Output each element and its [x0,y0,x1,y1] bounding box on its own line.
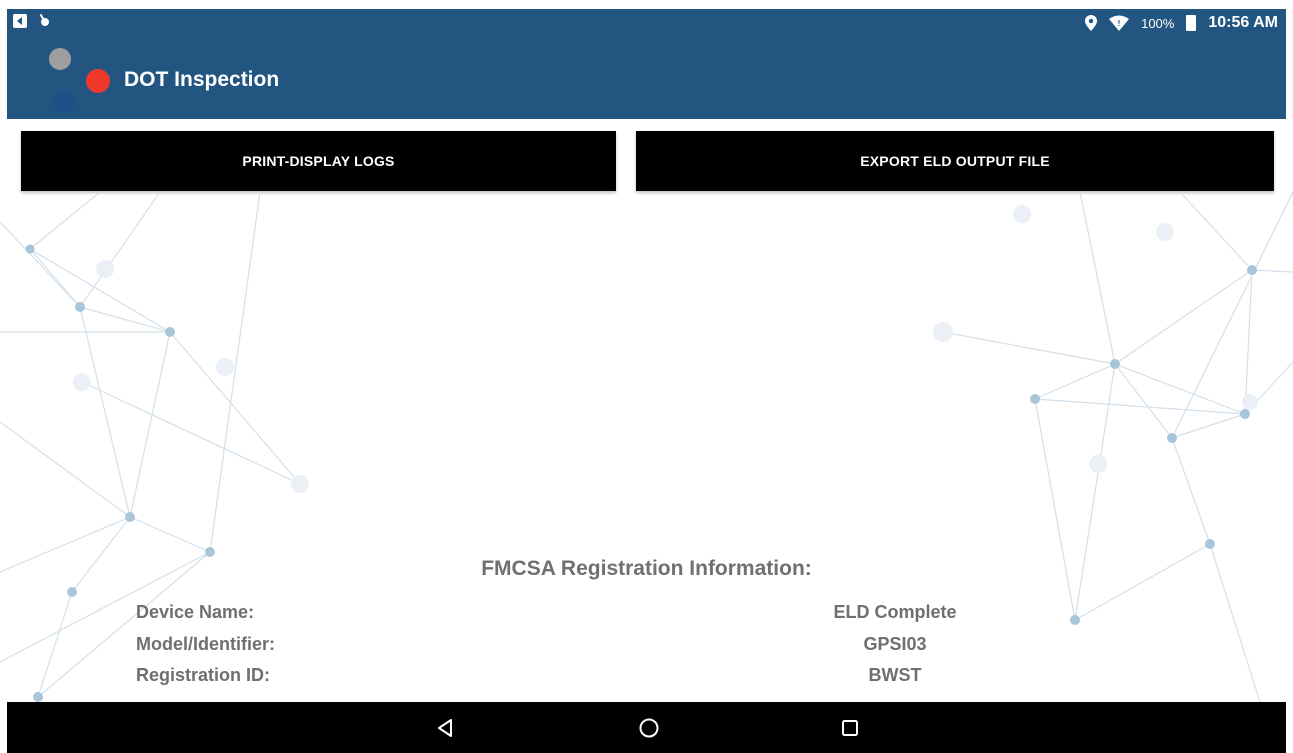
battery-percent: 100% [1141,15,1175,31]
svg-text:!: ! [1118,19,1121,28]
status-time: 10:56 AM [1208,14,1278,31]
recents-icon [842,719,858,736]
registration-heading: FMCSA Registration Information: [481,557,812,580]
registration-row-model-identifier: Model/Identifier: GPSI03 [0,634,1293,660]
registration-id-label: Registration ID: [136,665,271,685]
location-icon [1085,15,1098,31]
home-button[interactable] [624,702,674,753]
model-identifier-label: Model/Identifier: [136,634,275,654]
recents-button[interactable] [825,702,875,753]
app-logo-icon [49,48,110,112]
system-nav-bar [7,702,1286,753]
app-bar: DOT Inspection [7,39,1286,119]
device-name-value: ELD Complete [833,602,957,622]
page-title: DOT Inspection [124,68,280,91]
wifi-icon: ! [1109,15,1130,31]
notification-app-icon [13,14,27,28]
dot-inspection-screen: ! 100% 10:56 AM DOT Inspection PRINT-DIS… [0,0,1293,753]
export-eld-output-file-button[interactable]: EXPORT ELD OUTPUT FILE [636,131,1274,191]
back-button[interactable] [420,702,470,753]
registration-row-registration-id: Registration ID: BWST [0,665,1293,691]
battery-icon [1186,15,1197,31]
top-bar: ! 100% 10:56 AM DOT Inspection [7,9,1286,119]
model-identifier-value: GPSI03 [863,634,927,654]
back-icon [438,718,452,737]
home-icon [639,718,659,737]
print-display-logs-button[interactable]: PRINT-DISPLAY LOGS [21,131,616,191]
device-name-label: Device Name: [136,602,255,622]
registration-row-device-name: Device Name: ELD Complete [0,602,1293,628]
registration-id-value: BWST [868,665,922,685]
status-bar: ! 100% 10:56 AM [7,9,1286,39]
notification-bell-icon [39,14,49,26]
